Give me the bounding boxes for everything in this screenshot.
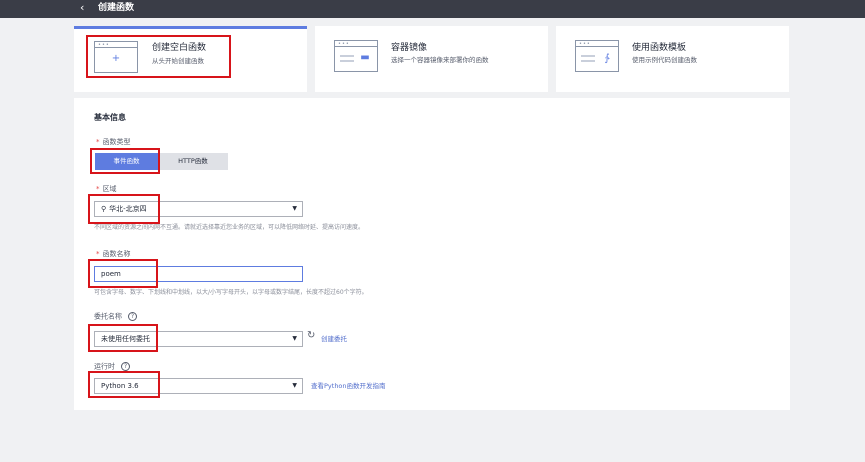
runtime-label: 运行时? [94,362,130,372]
function-template-icon: ••• ∱ [575,40,619,72]
help-icon[interactable]: ? [128,312,137,321]
option-title: 创建空白函数 [152,43,207,53]
event-function-tab[interactable]: 事件函数 [95,153,158,170]
runtime-select[interactable]: Python 3.6 ▼ [94,378,303,394]
chevron-left-icon[interactable]: ‹ [80,1,84,15]
function-name-hint: 可包含字母、数字、下划线和中划线，以大/小写字母开头，以字母或数字结尾，长度不超… [94,289,368,296]
http-function-tab[interactable]: HTTP函数 [158,153,228,170]
python-guide-link[interactable]: 查看Python函数开发指南 [311,382,386,391]
create-agency-link[interactable]: 创建委托 [321,335,347,344]
region-select[interactable]: ⚲ 华北-北京四 ▼ [94,201,303,217]
option-container-image[interactable]: ••• ▬ 容器镜像 选择一个容器镜像来部署你的函数 [315,26,548,92]
option-desc: 从头开始创建函数 [152,57,204,65]
location-pin-icon: ⚲ [101,205,107,213]
option-function-template[interactable]: ••• ∱ 使用函数模板 使用示例代码创建函数 [556,26,789,92]
section-title: 基本信息 [94,113,126,122]
function-type-label: * 函数类型 [96,138,131,146]
agency-select[interactable]: 未使用任何委托 ▼ [94,331,303,347]
help-icon[interactable]: ? [121,362,130,371]
blank-function-icon: ••• + [94,41,138,73]
option-title: 容器镜像 [391,43,428,53]
option-blank-function[interactable]: ••• + 创建空白函数 从头开始创建函数 [74,26,307,92]
caret-down-icon: ▼ [292,205,297,212]
container-image-icon: ••• ▬ [334,40,378,72]
caret-down-icon: ▼ [292,335,297,342]
caret-down-icon: ▼ [292,382,297,389]
option-desc: 选择一个容器镜像来部署你的函数 [391,56,489,64]
option-desc: 使用示例代码创建函数 [632,56,697,64]
option-title: 使用函数模板 [632,43,687,53]
agency-label: 委托名称? [94,312,137,322]
function-name-label: * 函数名称 [96,250,131,258]
refresh-icon[interactable]: ↻ [307,331,315,341]
function-name-input[interactable]: poem [94,266,303,282]
region-label: * 区域 [96,185,117,193]
top-bar: ‹ 创建函数 [0,0,865,18]
region-hint: 不同区域的资源之间内网不互通。请就近选择靠近您业务的区域，可以降低网络时延、提高… [94,224,365,231]
basic-info-panel [74,98,790,410]
page-title: 创建函数 [98,3,135,13]
